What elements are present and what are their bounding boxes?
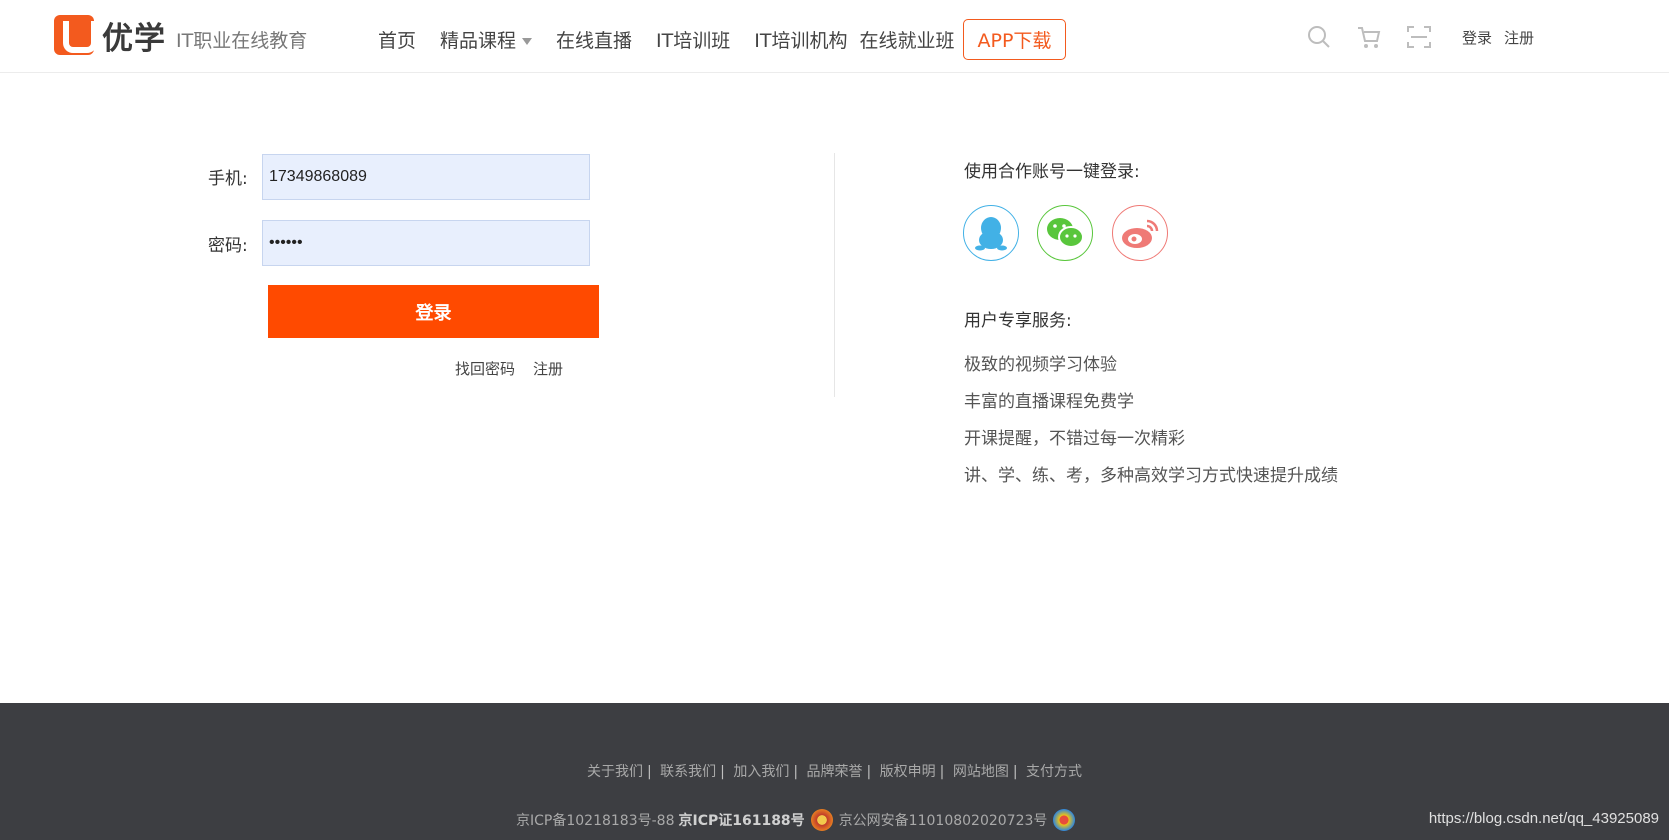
site-logo[interactable]: 优学 IT职业在线教育 xyxy=(54,14,308,57)
feature-item: 讲、学、练、考，多种高效学习方式快速提升成绩 xyxy=(964,466,1338,486)
gov-badge-icon xyxy=(1053,809,1076,831)
nav-live[interactable]: 在线直播 xyxy=(556,26,632,53)
header-register-link[interactable]: 注册 xyxy=(1504,27,1534,48)
footer-separator: | xyxy=(866,764,872,780)
password-label: 密码: xyxy=(208,236,248,256)
nav-employment-class[interactable]: 在线就业班 xyxy=(859,26,954,53)
qq-login-button[interactable] xyxy=(963,205,1019,261)
site-footer: 关于我们 | 联系我们 | 加入我们 | 品牌荣誉 | 版权申明 | 网站地图 | 支付方式… xyxy=(0,703,1669,840)
footer-link-honor[interactable]: 品牌荣誉 xyxy=(807,764,863,780)
icp-record[interactable]: 京ICP备10218183号-88 xyxy=(516,810,674,830)
nav-training-class[interactable]: IT培训班 xyxy=(656,26,730,53)
footer-link-sitemap[interactable]: 网站地图 xyxy=(953,764,1009,780)
partner-login-title: 使用合作账号一键登录: xyxy=(964,162,1140,182)
qq-icon xyxy=(975,217,1007,251)
footer-separator: | xyxy=(1012,764,1018,780)
footer-separator: | xyxy=(646,764,652,780)
feature-item: 开课提醒，不错过每一次精彩 xyxy=(964,429,1185,449)
footer-link-payment[interactable]: 支付方式 xyxy=(1026,764,1082,780)
watermark-url: https://blog.csdn.net/qq_43925089 xyxy=(1428,810,1659,827)
nav-training-institution[interactable]: IT培训机构 xyxy=(754,26,847,53)
register-link[interactable]: 注册 xyxy=(533,358,563,379)
logo-slogan: IT职业在线教育 xyxy=(176,29,308,52)
nav-courses-label: 精品课程 xyxy=(440,29,517,52)
police-badge-icon xyxy=(810,809,833,831)
feature-item: 丰富的直播课程免费学 xyxy=(964,392,1134,412)
footer-links: 关于我们 | 联系我们 | 加入我们 | 品牌荣誉 | 版权申明 | 网站地图 | 支付方式 xyxy=(0,761,1669,781)
footer-link-contact[interactable]: 联系我们 xyxy=(660,764,716,780)
footer-link-copyright[interactable]: 版权申明 xyxy=(880,764,936,780)
icp-license[interactable]: 京ICP证161188号 xyxy=(678,810,804,830)
logo-name: 优学 xyxy=(102,20,166,57)
nav-home[interactable]: 首页 xyxy=(378,26,416,53)
forgot-password-link[interactable]: 找回密码 xyxy=(455,358,515,379)
vertical-divider xyxy=(834,153,835,397)
footer-link-about[interactable]: 关于我们 xyxy=(587,764,643,780)
beian-info: 京ICP备10218183号-88 京ICP证161188号 京公网安备1101… xyxy=(516,809,1081,831)
wechat-login-button[interactable] xyxy=(1037,205,1093,261)
police-record[interactable]: 京公网安备11010802020723号 xyxy=(839,810,1048,830)
header-login-link[interactable]: 登录 xyxy=(1462,27,1492,48)
weibo-login-button[interactable] xyxy=(1112,205,1168,261)
footer-link-join[interactable]: 加入我们 xyxy=(733,764,789,780)
logo-mark-icon xyxy=(54,15,97,55)
password-input[interactable] xyxy=(262,220,590,266)
nav-courses[interactable]: 精品课程 xyxy=(440,26,533,53)
login-submit-button[interactable]: 登录 xyxy=(268,285,599,338)
wechat-icon xyxy=(1047,218,1084,248)
site-header: 优学 IT职业在线教育 首页 精品课程 在线直播 IT培训班 IT培训机构 在线… xyxy=(0,0,1669,73)
cart-icon[interactable] xyxy=(1356,24,1382,50)
phone-label: 手机: xyxy=(208,169,248,189)
header-tools: 登录 注册 xyxy=(1306,24,1540,50)
main-nav: 首页 精品课程 在线直播 IT培训班 IT培训机构 在线就业班 APP下载 xyxy=(378,18,1067,60)
feature-item: 极致的视频学习体验 xyxy=(964,355,1117,375)
search-icon[interactable] xyxy=(1306,24,1332,50)
weibo-icon xyxy=(1122,219,1159,248)
footer-separator: | xyxy=(720,764,725,780)
scan-icon[interactable] xyxy=(1406,24,1432,50)
footer-separator: | xyxy=(939,764,945,780)
service-title: 用户专享服务: xyxy=(964,311,1072,331)
footer-separator: | xyxy=(793,764,799,780)
phone-input[interactable] xyxy=(262,154,590,200)
app-download-button[interactable]: APP下载 xyxy=(962,18,1067,60)
chevron-down-icon xyxy=(522,37,533,45)
